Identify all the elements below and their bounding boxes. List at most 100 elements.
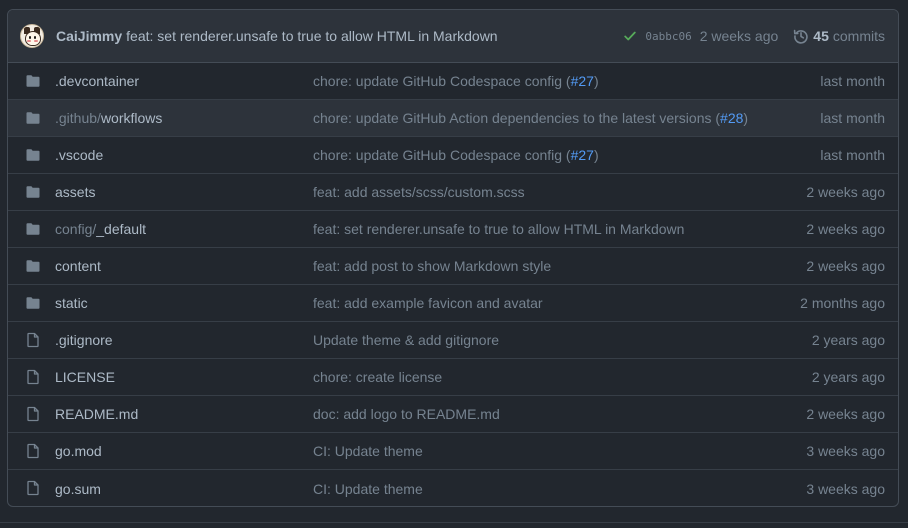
file-commit-message: chore: update GitHub Action dependencies… [313, 110, 721, 126]
file-commit-message-end: ) [743, 110, 749, 126]
file-commit-message: CI: Update theme [313, 480, 423, 497]
folder-icon [25, 221, 41, 237]
file-commit-time: 2 weeks ago [806, 406, 885, 422]
file-commit-message-link[interactable]: chore: update GitHub Codespace config (#… [313, 147, 599, 163]
file-commit-message-link[interactable]: feat: add assets/scss/custom.scss [313, 184, 525, 200]
file-row[interactable]: LICENSE chore: create license 2 years ago [8, 359, 898, 396]
file-name: static [55, 295, 88, 311]
pull-request-link[interactable]: #27 [571, 147, 594, 163]
commits-history-link[interactable]: 45 commits [793, 28, 885, 44]
file-path-prefix: config/ [55, 221, 97, 237]
file-row[interactable]: go.sum CI: Update theme 3 weeks ago [8, 470, 898, 506]
file-name: .vscode [55, 147, 104, 163]
file-commit-message-link[interactable]: CI: Update theme [313, 481, 423, 497]
file-name: content [55, 258, 101, 274]
file-commit-message-link[interactable]: chore: create license [313, 369, 442, 385]
file-name: README.md [55, 406, 139, 422]
file-commit-message-link[interactable]: feat: add example favicon and avatar [313, 295, 543, 311]
file-row[interactable]: content feat: add post to show Markdown s… [8, 248, 898, 285]
file-commit-message-link[interactable]: chore: update GitHub Action dependencies… [313, 110, 748, 126]
file-list: .devcontainer chore: update GitHub Codesp… [8, 63, 898, 506]
file-name: go.mod [55, 443, 102, 459]
file-commit-message: Update theme & add gitignore [313, 332, 500, 348]
folder-icon [25, 73, 41, 89]
divider [0, 522, 908, 523]
commit-time: 2 weeks ago [699, 28, 779, 44]
pull-request-link[interactable]: #27 [571, 73, 594, 89]
file-name-link[interactable]: .gitignore [55, 332, 113, 348]
file-name-link[interactable]: LICENSE [55, 369, 115, 385]
file-name: .gitignore [55, 332, 113, 348]
file-commit-message: CI: Update theme [313, 443, 423, 459]
latest-commit-bar: CaiJimmy feat: set renderer.unsafe to tr… [8, 10, 898, 63]
check-icon[interactable] [622, 28, 638, 44]
file-row[interactable]: .gitignore Update theme & add gitignore 2 … [8, 322, 898, 359]
file-commit-message-link[interactable]: CI: Update theme [313, 443, 423, 459]
file-name-link[interactable]: .devcontainer [55, 73, 139, 89]
file-commit-message-link[interactable]: chore: update GitHub Codespace config (#… [313, 73, 599, 89]
file-name: assets [55, 184, 96, 200]
file-commit-message: doc: add logo to README.md [313, 406, 500, 422]
file-commit-time: 3 weeks ago [806, 480, 885, 497]
file-name-link[interactable]: .github/workflows [55, 110, 162, 126]
file-name: go.sum [55, 480, 101, 497]
file-row[interactable]: .github/workflows chore: update GitHub Ac… [8, 100, 898, 137]
file-row[interactable]: config/_default feat: set renderer.unsafe… [8, 211, 898, 248]
file-name-link[interactable]: content [55, 258, 101, 274]
file-commit-message: chore: update GitHub Codespace config ( [313, 73, 571, 89]
commit-count-label: commits [832, 28, 885, 44]
folder-icon [25, 184, 41, 200]
file-commit-time: 3 weeks ago [806, 443, 885, 459]
file-browser: CaiJimmy feat: set renderer.unsafe to tr… [7, 9, 899, 507]
folder-icon [25, 110, 41, 126]
file-icon [25, 406, 41, 422]
file-commit-time: last month [820, 147, 885, 163]
file-commit-time: last month [820, 73, 885, 89]
file-icon [25, 443, 41, 459]
file-row[interactable]: README.md doc: add logo to README.md 2 wee… [8, 396, 898, 433]
commit-message-link[interactable]: feat: set renderer.unsafe to true to all… [126, 28, 497, 44]
file-commit-message-end: ) [593, 73, 599, 89]
file-name-link[interactable]: .vscode [55, 147, 103, 163]
file-name-link[interactable]: README.md [55, 406, 138, 422]
file-name-link[interactable]: config/_default [55, 221, 146, 237]
file-icon [25, 332, 41, 348]
file-name-link[interactable]: assets [55, 184, 95, 200]
file-row[interactable]: static feat: add example favicon and avat… [8, 285, 898, 322]
file-icon [25, 369, 41, 385]
file-name-link[interactable]: go.mod [55, 443, 102, 459]
folder-icon [25, 295, 41, 311]
file-name: workflows [100, 110, 163, 126]
file-commit-message: feat: add assets/scss/custom.scss [313, 184, 525, 200]
file-path-prefix: .github/ [55, 110, 101, 126]
file-row[interactable]: go.mod CI: Update theme 3 weeks ago [8, 433, 898, 470]
file-commit-time: 2 weeks ago [806, 221, 885, 237]
commit-author-link[interactable]: CaiJimmy [56, 28, 122, 44]
file-icon [25, 480, 41, 496]
file-commit-message: feat: set renderer.unsafe to true to all… [313, 221, 685, 237]
file-name: LICENSE [55, 369, 115, 385]
file-row[interactable]: .vscode chore: update GitHub Codespace co… [8, 137, 898, 174]
commit-sha-link[interactable]: 0abbc06 [645, 30, 691, 43]
file-row[interactable]: .devcontainer chore: update GitHub Codesp… [8, 63, 898, 100]
file-commit-message-link[interactable]: doc: add logo to README.md [313, 406, 500, 422]
file-name-link[interactable]: static [55, 295, 88, 311]
file-commit-message-link[interactable]: Update theme & add gitignore [313, 332, 499, 348]
file-commit-message-link[interactable]: feat: add post to show Markdown style [313, 258, 551, 274]
file-commit-time: 2 years ago [811, 332, 885, 348]
file-commit-message: chore: update GitHub Codespace config ( [313, 147, 571, 163]
file-commit-message-link[interactable]: feat: set renderer.unsafe to true to all… [313, 221, 684, 237]
pull-request-link[interactable]: #28 [720, 110, 743, 126]
file-commit-time: 2 weeks ago [806, 258, 885, 274]
history-icon [794, 29, 808, 44]
file-name-link[interactable]: go.sum [55, 481, 101, 497]
file-commit-message-end: ) [593, 147, 599, 163]
folder-icon [25, 147, 41, 163]
file-commit-time: 2 years ago [811, 369, 885, 385]
file-name: .devcontainer [55, 73, 140, 89]
file-commit-message: feat: add post to show Markdown style [313, 258, 552, 274]
file-row[interactable]: assets feat: add assets/scss/custom.scss 2… [8, 174, 898, 211]
avatar[interactable] [20, 24, 44, 48]
file-commit-time: 2 months ago [800, 295, 885, 311]
file-name: _default [96, 221, 147, 237]
